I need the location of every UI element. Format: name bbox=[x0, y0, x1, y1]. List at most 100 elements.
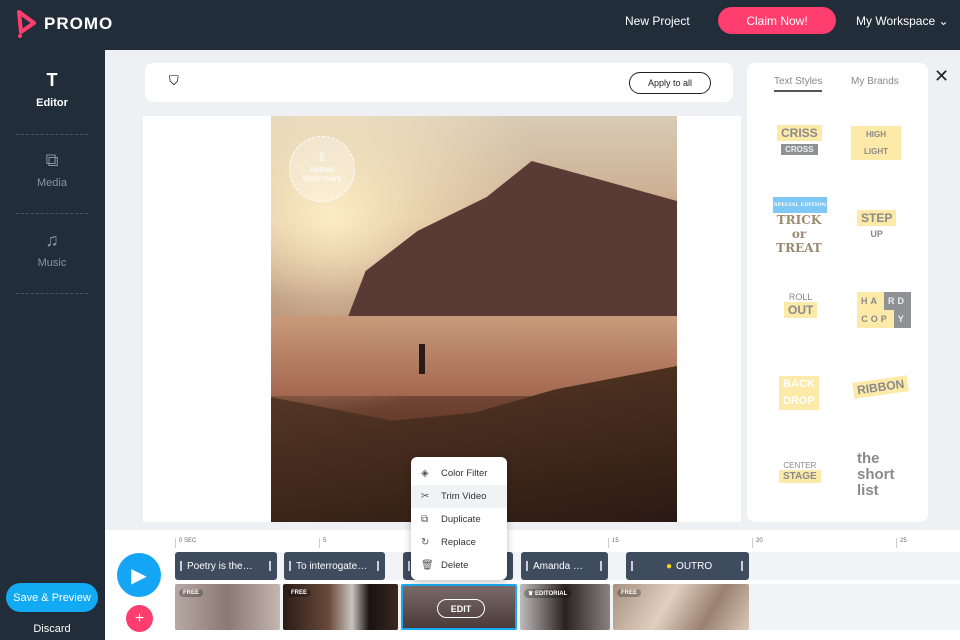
style-text: CENTER bbox=[783, 461, 817, 470]
style-text: Y bbox=[893, 310, 911, 328]
discard-button[interactable]: Discard bbox=[0, 623, 104, 635]
replace-icon: ↻ bbox=[421, 537, 430, 548]
upload-icon: ⇪ bbox=[316, 149, 328, 164]
style-text: HIGH bbox=[851, 126, 901, 143]
style-short-list[interactable]: the short list bbox=[857, 451, 895, 499]
upload-watermark-button[interactable]: ⇪ Upload Watermark bbox=[289, 136, 355, 202]
edit-button[interactable]: EDIT bbox=[437, 599, 485, 618]
menu-label: Replace bbox=[441, 537, 476, 548]
style-text: CRISS bbox=[777, 125, 822, 141]
duplicate-icon: ⧉ bbox=[421, 514, 429, 525]
style-text: ROLL bbox=[788, 292, 813, 302]
text-clip[interactable]: To interrogate… bbox=[284, 552, 385, 580]
style-ribbon[interactable]: RIBBON bbox=[852, 375, 910, 399]
style-text: RD bbox=[884, 292, 911, 310]
tab-my-brands[interactable]: My Brands bbox=[851, 76, 899, 87]
sidebar-item-media[interactable]: ⧉ Media bbox=[16, 150, 88, 189]
music-icon: ♫ bbox=[45, 230, 59, 250]
watermark-label: Upload Watermark bbox=[302, 165, 342, 183]
style-center-stage[interactable]: CENTER STAGE bbox=[779, 461, 821, 483]
style-text: STAGE bbox=[779, 470, 821, 483]
tab-text-styles[interactable]: Text Styles bbox=[774, 76, 823, 92]
tick-label: 20 bbox=[752, 538, 763, 548]
divider bbox=[16, 134, 88, 135]
sidebar-item-editor[interactable]: T Editor bbox=[16, 70, 88, 109]
text-styles-panel: Text Styles My Brands CRISS CROSS HIGH LIG… bbox=[747, 63, 928, 522]
video-clip[interactable]: FREE bbox=[283, 584, 398, 630]
style-text: RIBBON bbox=[852, 375, 910, 399]
menu-item-color-filter[interactable]: ◈ Color Filter bbox=[411, 462, 507, 485]
sidebar: T Editor ⧉ Media ♫ Music bbox=[0, 50, 105, 640]
toolbar: ⛉ Apply to all bbox=[145, 63, 733, 102]
menu-item-duplicate[interactable]: ⧉ Duplicate bbox=[411, 508, 507, 531]
style-criss-cross[interactable]: CRISS CROSS bbox=[777, 125, 822, 155]
text-clip-outro[interactable]: ● OUTRO bbox=[626, 552, 749, 580]
promo-logo-icon bbox=[17, 10, 36, 38]
save-preview-button[interactable]: Save & Preview bbox=[6, 583, 98, 612]
tick-label: 15 bbox=[608, 538, 619, 548]
timeline: 0 SEC 5 10 15 20 25 ▶ + Poetry is the… T… bbox=[105, 530, 960, 640]
style-step-up[interactable]: STEP UP bbox=[857, 210, 897, 240]
style-text: TRICK or TREAT bbox=[776, 213, 822, 255]
style-text: UP bbox=[870, 229, 883, 239]
menu-label: Delete bbox=[441, 560, 469, 571]
text-icon: T bbox=[46, 70, 58, 90]
style-text: SPECIAL EDITION bbox=[772, 197, 827, 213]
sidebar-item-label: Music bbox=[37, 257, 67, 269]
style-text: CROSS bbox=[781, 144, 818, 155]
text-clip[interactable]: Poetry is the… bbox=[175, 552, 277, 580]
sidebar-item-music[interactable]: ♫ Music bbox=[16, 230, 88, 269]
menu-label: Trim Video bbox=[441, 491, 487, 502]
style-text: STEP bbox=[857, 210, 897, 226]
apply-to-all-button[interactable]: Apply to all bbox=[629, 72, 711, 94]
free-badge: FREE bbox=[617, 589, 642, 597]
tick-label: 0 SEC bbox=[175, 538, 196, 548]
new-project-link[interactable]: New Project bbox=[625, 14, 690, 28]
menu-item-replace[interactable]: ↻ Replace bbox=[411, 531, 507, 554]
workspace-dropdown[interactable]: My Workspace ⌄ bbox=[856, 14, 949, 28]
dot-icon: ● bbox=[666, 560, 673, 572]
divider bbox=[16, 213, 88, 214]
tick-label: 25 bbox=[896, 538, 907, 548]
menu-item-delete[interactable]: 🗑 Delete bbox=[411, 554, 507, 577]
style-roll-out[interactable]: ROLL OUT bbox=[784, 292, 818, 318]
close-icon[interactable]: ✕ bbox=[934, 66, 949, 87]
add-clip-button[interactable]: + bbox=[126, 605, 153, 632]
editorial-badge: ♛ EDITORIAL bbox=[524, 589, 572, 598]
clip-label: OUTRO bbox=[676, 560, 713, 572]
style-text: list bbox=[857, 482, 879, 499]
free-badge: FREE bbox=[179, 589, 204, 597]
brand-name: PROMO bbox=[44, 14, 114, 33]
video-clip-selected[interactable]: EDIT bbox=[401, 584, 517, 630]
sidebar-item-label: Media bbox=[37, 177, 67, 189]
style-hard-copy[interactable]: HA RD COP Y bbox=[857, 292, 911, 328]
person bbox=[419, 344, 425, 374]
video-clip[interactable]: FREE bbox=[613, 584, 749, 630]
claim-now-button[interactable]: Claim Now! bbox=[718, 7, 836, 34]
menu-label: Color Filter bbox=[441, 468, 488, 479]
style-trick-or-treat[interactable]: SPECIAL EDITION TRICK or TREAT bbox=[771, 197, 827, 255]
video-clip[interactable]: FREE bbox=[175, 584, 280, 630]
divider bbox=[16, 293, 88, 294]
menu-label: Duplicate bbox=[441, 514, 481, 525]
logo[interactable]: PROMO bbox=[16, 10, 113, 38]
video-clip[interactable]: ♛ EDITORIAL bbox=[520, 584, 610, 630]
style-text: short bbox=[857, 466, 895, 483]
trash-icon: 🗑 bbox=[421, 560, 434, 571]
free-badge: FREE bbox=[287, 589, 312, 597]
menu-item-trim-video[interactable]: ✂ Trim Video bbox=[411, 485, 507, 508]
color-filter-icon: ◈ bbox=[421, 468, 429, 479]
sidebar-item-label: Editor bbox=[36, 97, 68, 109]
style-text: BACK bbox=[779, 376, 819, 393]
paint-bucket-icon[interactable]: ⛉ bbox=[169, 73, 179, 89]
clip-context-menu: ◈ Color Filter ✂ Trim Video ⧉ Duplicate ↻ Re… bbox=[411, 457, 507, 580]
play-button[interactable]: ▶ bbox=[117, 553, 161, 597]
tick-label: 5 bbox=[319, 538, 326, 548]
top-bar: PROMO New Project Claim Now! My Workspac… bbox=[0, 0, 960, 50]
style-high-light[interactable]: HIGH LIGHT bbox=[851, 126, 901, 160]
style-text: LIGHT bbox=[851, 143, 901, 160]
scissors-icon: ✂ bbox=[421, 491, 430, 502]
style-text: DROP bbox=[779, 393, 819, 410]
text-clip[interactable]: Amanda … bbox=[521, 552, 608, 580]
style-back-drop[interactable]: BACK DROP bbox=[779, 376, 819, 410]
